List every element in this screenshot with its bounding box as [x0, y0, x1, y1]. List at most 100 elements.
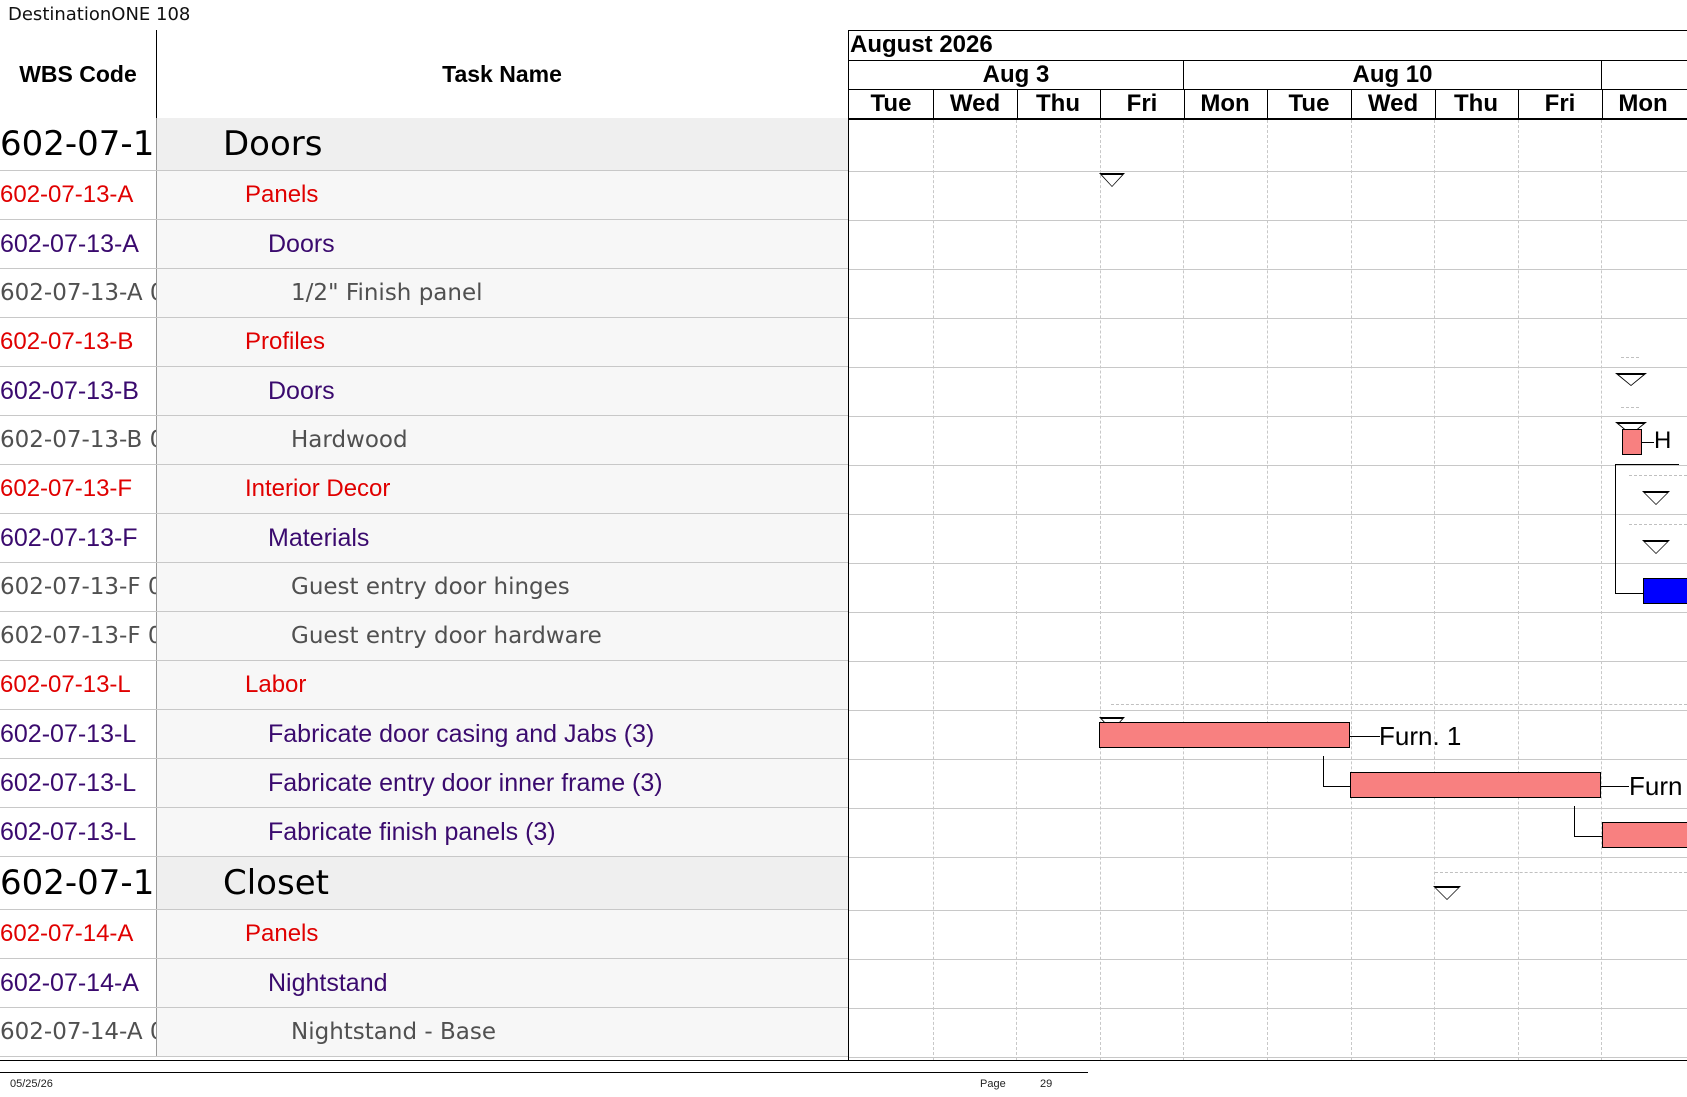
inner-frame-bar[interactable]	[1350, 772, 1601, 798]
timescale-day: Wed	[1351, 90, 1436, 118]
wbs-code-cell: 602-07-14-A	[0, 910, 157, 958]
table-row[interactable]: 602-07-14-A Nightstand	[0, 959, 848, 1008]
task-name-cell: Panels	[245, 920, 319, 947]
task-name-cell: Nightstand - Base	[291, 1019, 496, 1045]
finish-panels-bar[interactable]	[1602, 822, 1687, 848]
timescale-week: Aug 10	[1184, 61, 1602, 90]
door-casing-bar[interactable]	[1099, 722, 1350, 748]
table-row[interactable]: 602-07-13-B 0 Hardwood	[0, 416, 848, 465]
summary-marker-doors-inner	[1102, 175, 1122, 186]
table-row[interactable]: 602-07-13-B Profiles	[0, 318, 848, 367]
summary-dash	[1435, 872, 1687, 873]
summary-marker-materials-inner	[1645, 542, 1667, 553]
wbs-code-cell: 602-07-13-B 0	[0, 416, 157, 464]
gantt-row-line	[849, 710, 1687, 711]
table-row[interactable]: 602-07-13-L Fabricate door casing and Jab…	[0, 710, 848, 759]
gantt-row-line	[849, 959, 1687, 960]
wbs-code-cell: 602-07-13-A	[0, 171, 157, 219]
wbs-code-cell: 602-07-13-B	[0, 367, 157, 415]
task-name-cell: Doors	[268, 229, 335, 258]
hardwood-bar[interactable]	[1622, 429, 1642, 455]
dependency-line	[1615, 593, 1643, 594]
footer-page-label: Page	[980, 1078, 1006, 1090]
gantt-row-line	[849, 612, 1687, 613]
gantt-row-line	[849, 1057, 1687, 1058]
wbs-code-cell: 602-07-13-F 0	[0, 612, 157, 660]
table-row[interactable]: 602-07-13-F 0 Guest entry door hinges	[0, 563, 848, 612]
table-row[interactable]: 602-07-13-F Materials	[0, 514, 848, 563]
summary-dash	[1629, 524, 1687, 525]
day-gridline	[1434, 120, 1435, 1060]
table-row[interactable]: 602-07-13 Doors	[0, 118, 848, 171]
task-name-cell: Doors	[268, 376, 335, 405]
day-gridline	[1100, 120, 1101, 1060]
timescale-day: Thu	[1434, 90, 1519, 118]
wbs-code-cell: 602-07-13-L	[0, 759, 157, 807]
task-name-cell: Fabricate finish panels (3)	[268, 817, 556, 846]
table-row[interactable]: 602-07-13-A Doors	[0, 220, 848, 269]
gantt-row-line	[849, 808, 1687, 809]
table-row[interactable]: 602-07-13-F 0 Guest entry door hardware	[0, 612, 848, 661]
task-name-cell: Hardwood	[291, 427, 408, 453]
summary-dash	[1111, 704, 1687, 705]
inner-frame-bar-label: Furn	[1629, 771, 1683, 801]
hinges-bar[interactable]	[1643, 578, 1687, 604]
wbs-code-cell: 602-07-13-F 0	[0, 563, 157, 611]
task-name-cell: Guest entry door hinges	[291, 574, 570, 600]
timescale-day: Mon	[1618, 90, 1668, 117]
dependency-line	[1615, 464, 1616, 594]
wbs-code-cell: 602-07-14-A 0	[0, 1008, 157, 1056]
wbs-code-cell: 602-07-13-L	[0, 661, 157, 709]
wbs-code-cell: 602-07-13-B	[0, 318, 157, 366]
summary-dash	[1621, 407, 1639, 408]
day-gridline	[1267, 120, 1268, 1060]
summary-marker-closet-inner	[1436, 888, 1458, 899]
table-row[interactable]: 602-07-13-F Interior Decor	[0, 465, 848, 514]
task-name-cell: Fabricate door casing and Jabs (3)	[268, 719, 655, 748]
table-row[interactable]: 602-07-14-A Panels	[0, 910, 848, 959]
gantt-row-line	[849, 1008, 1687, 1009]
wbs-code-cell: 602-07-13-F	[0, 465, 157, 513]
table-row[interactable]: 602-07-14-A 0 Nightstand - Base	[0, 1008, 848, 1057]
wbs-code-cell: 602-07-14-A	[0, 959, 157, 1007]
day-gridline	[933, 120, 934, 1060]
timescale-week-next	[1602, 61, 1687, 90]
task-name-column-header[interactable]: Task Name	[157, 30, 847, 118]
gantt-row-line	[849, 367, 1687, 368]
wbs-code-cell: 602-07-13-L	[0, 808, 157, 856]
day-gridline	[1183, 120, 1184, 1060]
footer-rule	[0, 1072, 1088, 1073]
summary-dash	[1629, 475, 1687, 476]
gantt-row-line	[849, 759, 1687, 760]
gantt-row-line	[849, 910, 1687, 911]
footer-page-number: 29	[1040, 1078, 1053, 1090]
timescale-week: Aug 3	[849, 61, 1184, 90]
table-row[interactable]: 602-07-13-A Panels	[0, 171, 848, 220]
task-name-cell: Panels	[245, 181, 319, 208]
table-row[interactable]: 602-07-13-B Doors	[0, 367, 848, 416]
wbs-column-header[interactable]: WBS Code	[0, 30, 157, 118]
timescale-day: Fri	[1518, 90, 1603, 118]
gantt-row-line	[849, 269, 1687, 270]
task-name-cell: Labor	[245, 671, 307, 698]
dependency-line	[1615, 464, 1679, 465]
gantt-row-line	[849, 514, 1687, 515]
wbs-code-cell: 602-07-13-A	[0, 220, 157, 268]
table-row[interactable]: 602-07-14 Closet	[0, 857, 848, 910]
timescale-day: Wed	[933, 90, 1018, 118]
table-row[interactable]: 602-07-13-A 0 1/2" Finish panel	[0, 269, 848, 318]
day-gridline	[1601, 120, 1602, 1060]
table-row[interactable]: 602-07-13-L Fabricate entry door inner fr…	[0, 759, 848, 808]
gantt-row-line	[849, 171, 1687, 172]
day-gridline	[1016, 120, 1017, 1060]
task-name-cell: Fabricate entry door inner frame (3)	[268, 768, 663, 797]
dependency-line	[1574, 836, 1602, 837]
table-row[interactable]: 602-07-13-L Fabricate finish panels (3)	[0, 808, 848, 857]
gantt-row-line	[849, 220, 1687, 221]
wbs-code-cell: 602-07-14	[0, 857, 157, 909]
timescale-day: Tue	[1267, 90, 1352, 118]
task-name-cell: Nightstand	[268, 968, 388, 997]
timescale-day: Thu	[1016, 90, 1101, 118]
gantt-chart: August 2026 Aug 3 Aug 10 Tue Wed Thu Fri Mon…	[849, 30, 1687, 1060]
table-row[interactable]: 602-07-13-L Labor	[0, 661, 848, 710]
